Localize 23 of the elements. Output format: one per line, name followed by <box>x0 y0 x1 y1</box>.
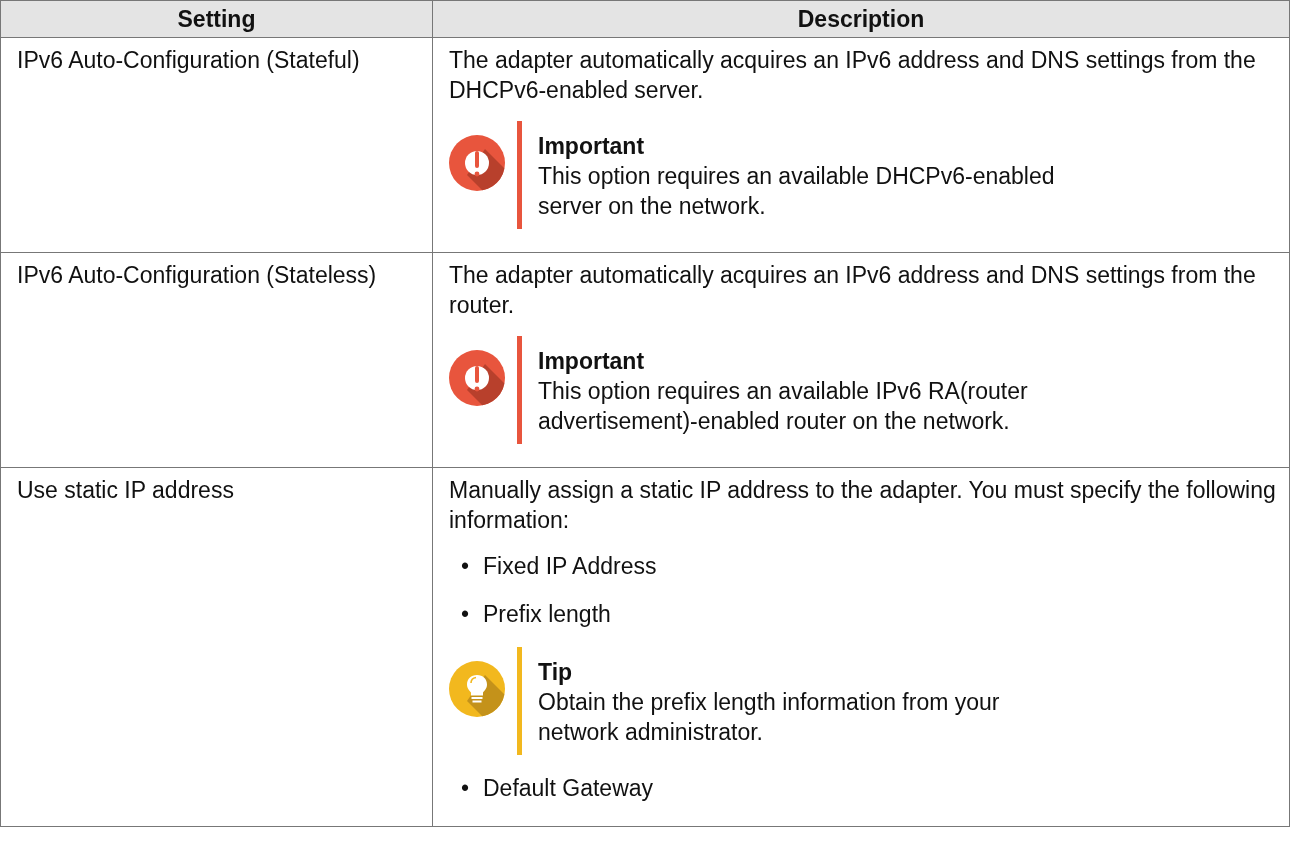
column-header: Setting <box>0 0 433 38</box>
warning-icon <box>449 350 505 406</box>
table-cell: Use static IP address <box>0 467 433 827</box>
bullet-marker: • <box>461 774 471 803</box>
list-item-text: Default Gateway <box>483 774 654 803</box>
callout-title: Tip <box>538 658 574 687</box>
callout-text: Obtain the prefix length information from your network administrator. <box>538 688 1000 747</box>
callout-text: This option requires an available IPv6 RA(router advertisement)-enabled router on the network. <box>538 377 1028 436</box>
callout-text: This option requires an available DHCPv6-enabled server on the network. <box>538 162 1055 221</box>
list-item-text: Prefix length <box>483 600 611 629</box>
description-text: The adapter automatically acquires an IPv6 address and DNS settings from the router. <box>449 261 1257 320</box>
bullet-marker: • <box>461 600 471 629</box>
description-text: The adapter automatically acquires an IPv6 address and DNS settings from the DHCPv6-enabled server. <box>449 46 1257 105</box>
column-header: Description <box>432 0 1290 38</box>
warning-icon <box>449 135 505 191</box>
bullet-marker: • <box>461 552 471 581</box>
table-cell: IPv6 Auto-Configuration (Stateful) <box>0 37 433 253</box>
description-text: Manually assign a static IP address to the adapter. You must specify the following information: <box>449 476 1277 535</box>
lightbulb-icon <box>449 661 505 717</box>
list-item-text: Fixed IP Address <box>483 552 657 581</box>
callout-title: Important <box>538 132 646 161</box>
callout-title: Important <box>538 347 646 376</box>
table-cell: IPv6 Auto-Configuration (Stateless) <box>0 252 433 468</box>
